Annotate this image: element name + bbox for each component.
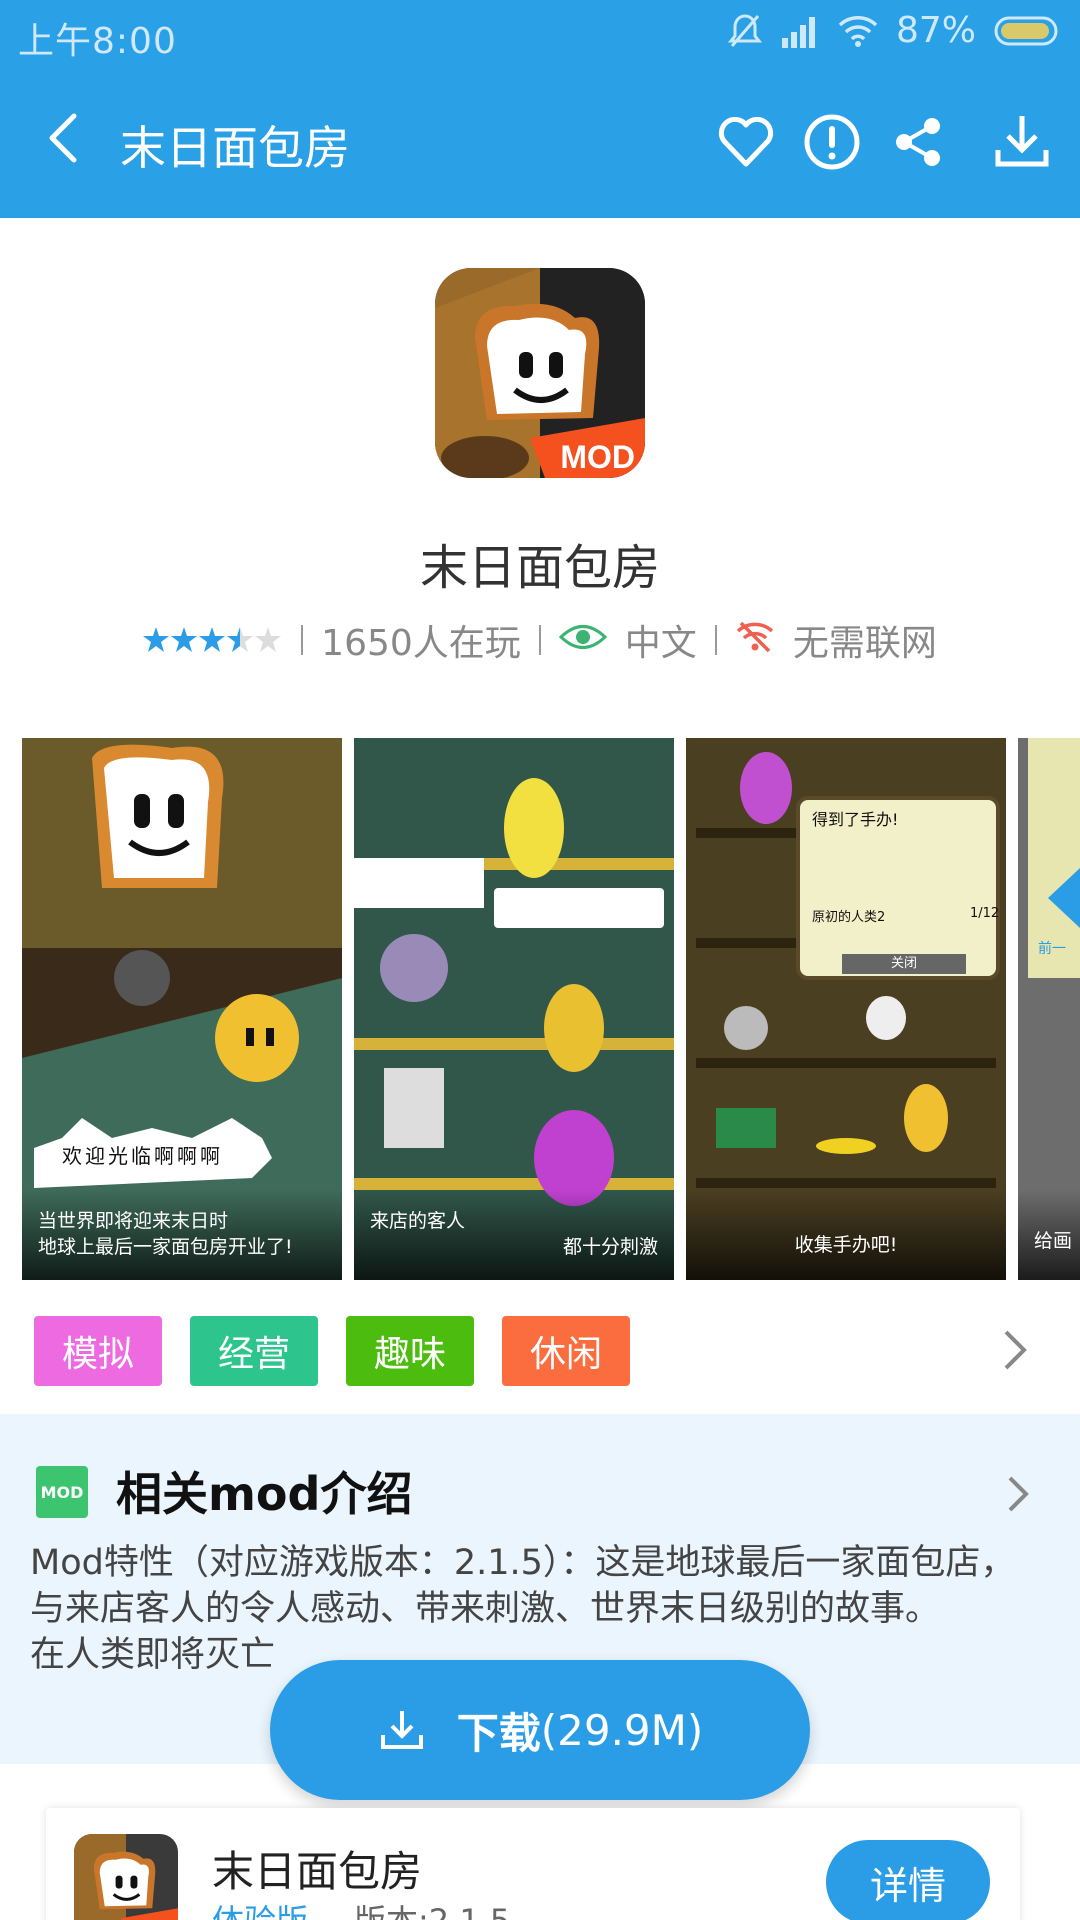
- battery-icon: [994, 14, 1062, 48]
- network-requirement: 无需联网: [792, 623, 937, 664]
- share-icon: [896, 118, 940, 166]
- players-count: 1650人在玩: [321, 623, 521, 664]
- favorite-button[interactable]: [714, 110, 778, 174]
- tag-label: 模拟: [62, 1334, 135, 1375]
- screenshot-3[interactable]: 得到了手办! 原初的人类2 1/12 关闭 收集手办吧!: [686, 738, 1006, 1280]
- version-app-icon: [74, 1834, 178, 1920]
- mod-intro-description: Mod特性（对应游戏版本：2.1.5）：这是地球最后一家面包店，与来店客人的令人…: [30, 1540, 1040, 1678]
- download-top-button[interactable]: [990, 110, 1054, 174]
- report-button[interactable]: [800, 110, 864, 174]
- screenshot-2-caption: 来店的客人 都十分刺激: [354, 1190, 674, 1280]
- exclamation-icon: [804, 114, 860, 170]
- tag-label: 休闲: [530, 1334, 603, 1375]
- back-arrow-icon: [49, 113, 77, 163]
- chevron-right-icon: [1008, 1476, 1029, 1512]
- version-type: 体验版: [212, 1896, 308, 1920]
- tag-fun[interactable]: 趣味: [346, 1316, 475, 1386]
- screenshot-1-caption: 当世界即将迎来末日时 地球上最后一家面包房开业了!: [22, 1190, 342, 1280]
- screenshot-1[interactable]: 欢迎光临啊啊啊 当世界即将迎来末日时 地球上最后一家面包房开业了!: [22, 738, 342, 1280]
- tag-label: 经营: [218, 1334, 291, 1375]
- wifi-icon: [838, 15, 878, 47]
- mute-icon: [727, 12, 762, 50]
- detail-button[interactable]: 详情: [826, 1840, 990, 1920]
- heart-icon: [718, 116, 774, 167]
- star-rating-icon: [143, 627, 282, 652]
- divider: [538, 625, 541, 655]
- screenshot-4-caption: 给画: [1018, 1190, 1080, 1280]
- app-name: 末日面包房: [419, 540, 660, 596]
- screenshot-4[interactable]: 前一 给画: [1018, 738, 1080, 1280]
- tag-list: 模拟 经营 趣味 休闲: [34, 1316, 631, 1386]
- screenshot-3-caption: 收集手办吧!: [686, 1190, 1006, 1280]
- screenshot-4-text: 前一: [1038, 941, 1066, 957]
- app-bar-title: 末日面包房: [120, 121, 350, 175]
- mod-badge: MOD: [560, 439, 635, 475]
- download-label: 下载: [456, 1708, 541, 1758]
- status-bar: 上午8:00 87%: [0, 0, 1080, 68]
- chevron-right-icon: [1004, 1330, 1027, 1370]
- caption-line: 来店的客人: [370, 1210, 466, 1232]
- download-button[interactable]: 下载 (29.9M): [270, 1660, 810, 1800]
- download-icon: [995, 116, 1049, 167]
- screenshots-carousel[interactable]: 欢迎光临啊啊啊 当世界即将迎来末日时 地球上最后一家面包房开业了! 来店的客人 …: [0, 738, 1080, 1280]
- tags-more-button[interactable]: [990, 1322, 1040, 1378]
- popup-title: 得到了手办!: [812, 810, 899, 829]
- popup-count: 1/12: [970, 906, 1000, 921]
- tag-simulation[interactable]: 模拟: [34, 1316, 163, 1386]
- back-button[interactable]: [36, 108, 96, 168]
- version-app-name: 末日面包房: [212, 1847, 423, 1896]
- download-icon: [380, 1711, 423, 1749]
- mod-description-text: Mod特性（对应游戏版本：2.1.5）：这是地球最后一家面包店，与来店客人的令人…: [30, 1543, 1016, 1629]
- caption-line: 收集手办吧!: [794, 1234, 898, 1256]
- tag-casual[interactable]: 休闲: [502, 1316, 631, 1386]
- eye-icon: [558, 620, 607, 661]
- rating-stars: [143, 625, 283, 655]
- divider: [301, 625, 304, 655]
- version-number: 版本:2.1.5: [354, 1896, 510, 1920]
- language: 中文: [624, 623, 697, 664]
- share-button[interactable]: [886, 110, 950, 174]
- no-wifi-icon: [735, 619, 775, 662]
- tag-management[interactable]: 经营: [190, 1316, 319, 1386]
- signal-icon: [780, 14, 820, 48]
- caption-line: 当世界即将迎来末日时: [38, 1210, 229, 1232]
- screenshot-1-banner: 欢迎光临啊啊啊: [62, 1144, 223, 1168]
- caption-line: 都十分刺激: [562, 1236, 658, 1258]
- divider: [714, 625, 717, 655]
- popup-close: 关闭: [842, 954, 966, 974]
- app-icon: MOD: [435, 268, 645, 478]
- download-size: (29.9M): [540, 1705, 704, 1755]
- app-meta-row: 1650人在玩 中文 无需联网: [0, 614, 1080, 666]
- popup-item: 原初的人类2: [812, 910, 886, 925]
- version-card[interactable]: 末日面包房 体验版 版本:2.1.5 详情: [46, 1808, 1020, 1920]
- app-bar: 末日面包房: [0, 68, 1080, 218]
- mod-intro-title: 相关mod介绍: [116, 1467, 413, 1521]
- caption-line: 地球上最后一家面包房开业了!: [38, 1236, 293, 1258]
- screenshot-2[interactable]: 来店的客人 都十分刺激: [354, 738, 674, 1280]
- mod-icon: MOD: [36, 1466, 88, 1518]
- caption-line: 给画: [1034, 1230, 1073, 1252]
- battery-percent: 87%: [895, 10, 976, 51]
- tag-label: 趣味: [374, 1334, 447, 1375]
- status-time: 上午8:00: [18, 21, 177, 62]
- mod-intro-more[interactable]: [996, 1466, 1040, 1522]
